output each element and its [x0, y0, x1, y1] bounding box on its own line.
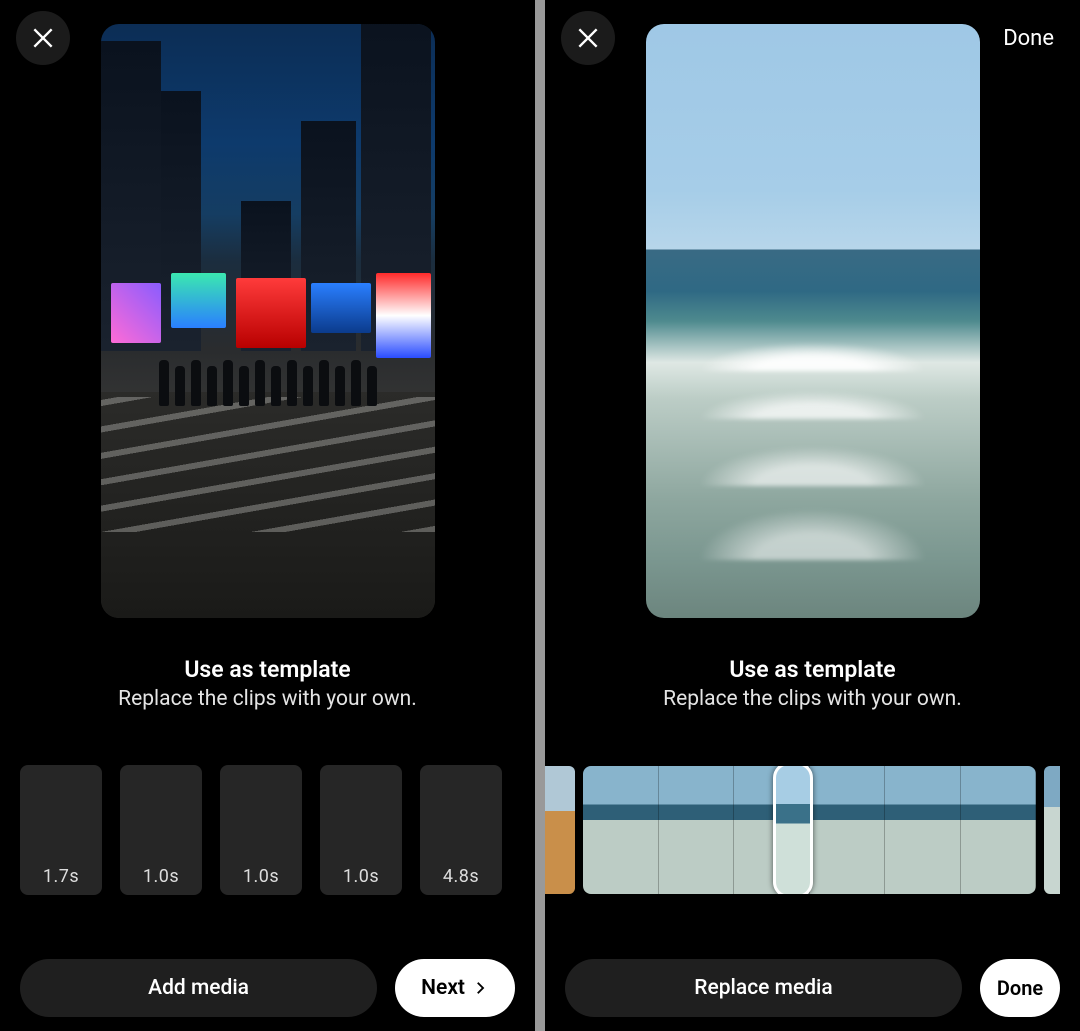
- template-text: Use as template Replace the clips with y…: [545, 656, 1080, 711]
- video-preview[interactable]: [646, 24, 980, 618]
- filmstrip-frame: [810, 766, 886, 894]
- topbar: Done: [545, 10, 1080, 66]
- playhead-handle[interactable]: [773, 766, 813, 894]
- video-preview[interactable]: [101, 24, 435, 618]
- clip-duration: 4.8s: [420, 866, 502, 887]
- replace-media-button[interactable]: Replace media: [565, 959, 962, 1017]
- clip-duration: 1.0s: [220, 866, 302, 887]
- topbar: [0, 10, 535, 66]
- clip-duration: 1.0s: [320, 866, 402, 887]
- next-button[interactable]: Next: [395, 959, 515, 1017]
- add-media-button[interactable]: Add media: [20, 959, 377, 1017]
- template-title: Use as template: [0, 656, 535, 683]
- clip-slot[interactable]: 1.7s: [20, 765, 102, 895]
- template-title: Use as template: [545, 656, 1080, 683]
- close-icon: [30, 25, 56, 51]
- close-icon: [575, 25, 601, 51]
- bottom-bar: Add media Next: [0, 959, 535, 1017]
- template-subtitle: Replace the clips with your own.: [545, 687, 1080, 711]
- clip-slot-partial[interactable]: [1044, 766, 1060, 894]
- panel-divider: [535, 0, 545, 1031]
- replace-media-label: Replace media: [694, 976, 832, 1000]
- template-editor-left: Use as template Replace the clips with y…: [0, 0, 535, 1031]
- close-button[interactable]: [16, 11, 70, 65]
- preview-wrap: [0, 24, 535, 618]
- done-bottom-button[interactable]: Done: [980, 959, 1060, 1017]
- clip-slot[interactable]: 1.0s: [120, 765, 202, 895]
- done-bottom-label: Done: [997, 976, 1043, 1000]
- filmstrip[interactable]: [545, 765, 1080, 895]
- clip-slot-row: 1.7s 1.0s 1.0s 1.0s 4.8s: [0, 765, 535, 895]
- template-text: Use as template Replace the clips with y…: [0, 656, 535, 711]
- clip-slot[interactable]: 4.8s: [420, 765, 502, 895]
- filmstrip-track[interactable]: [583, 766, 1036, 894]
- clip-slot-partial[interactable]: [545, 766, 575, 894]
- preview-wrap: [545, 24, 1080, 618]
- clip-duration: 1.7s: [20, 866, 102, 887]
- chevron-right-icon: [471, 979, 489, 997]
- filmstrip-frame: [885, 766, 961, 894]
- clip-duration: 1.0s: [120, 866, 202, 887]
- close-button[interactable]: [561, 11, 615, 65]
- filmstrip-frame: [583, 766, 659, 894]
- filmstrip-frame: [961, 766, 1037, 894]
- clip-slot[interactable]: 1.0s: [220, 765, 302, 895]
- next-label: Next: [421, 976, 465, 1000]
- add-media-label: Add media: [148, 976, 249, 1000]
- filmstrip-frame: [659, 766, 735, 894]
- template-editor-right: Done Use as template Replace the clips w…: [545, 0, 1080, 1031]
- clip-slot[interactable]: 1.0s: [320, 765, 402, 895]
- template-subtitle: Replace the clips with your own.: [0, 687, 535, 711]
- bottom-bar: Replace media Done: [545, 959, 1080, 1017]
- done-top-button[interactable]: Done: [993, 20, 1064, 57]
